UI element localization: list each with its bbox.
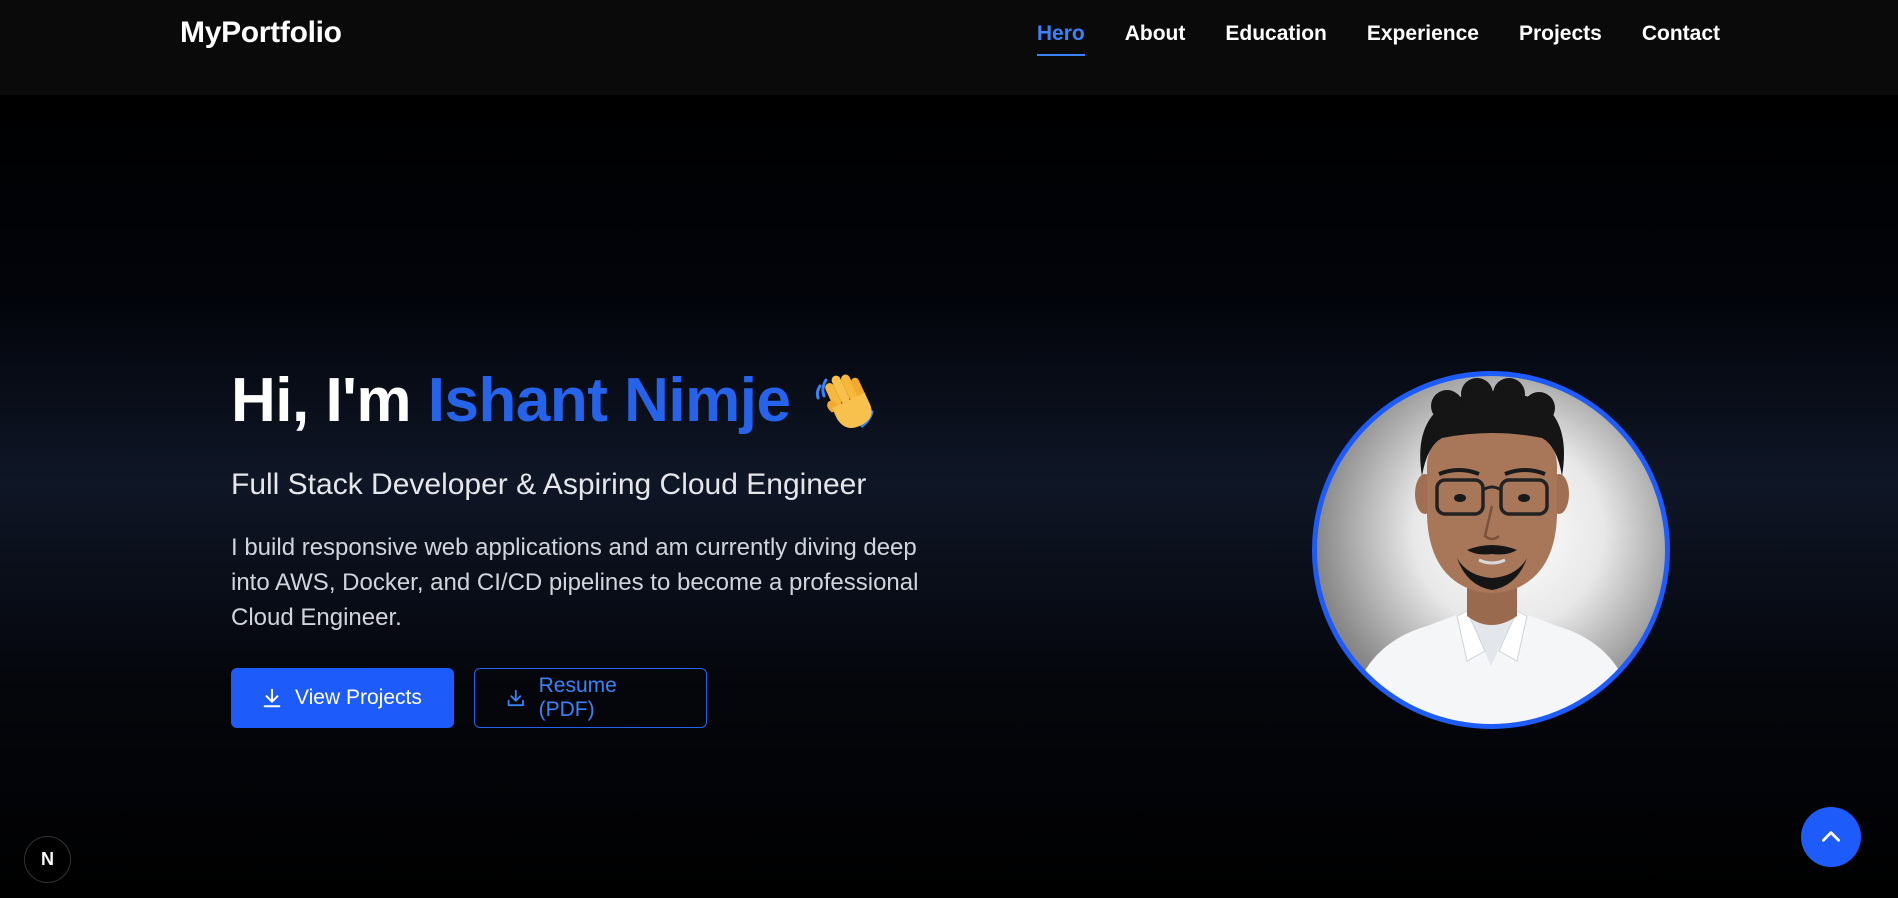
site-logo[interactable]: MyPortfolio	[180, 16, 342, 50]
greeting-prefix: Hi, I'm	[231, 366, 428, 435]
waving-hand-icon	[812, 366, 878, 432]
nav-link-hero[interactable]: Hero	[1036, 22, 1085, 56]
navbar: MyPortfolio Hero About Education Experie…	[0, 0, 1898, 95]
hero-text: Hi, I'm Ishant Nimje Full Stack Develope…	[231, 366, 991, 728]
download-icon	[263, 688, 281, 707]
view-projects-label: View Projects	[295, 685, 422, 709]
resume-pdf-button[interactable]: Resume (PDF)	[474, 667, 707, 728]
hero-subtitle: Full Stack Developer & Aspiring Cloud En…	[231, 467, 867, 501]
nav-links: Hero About Education Experience Projects…	[1036, 22, 1720, 56]
dev-badge-n[interactable]: N	[24, 836, 71, 883]
resume-pdf-label: Resume (PDF)	[538, 673, 617, 721]
hero-heading: Hi, I'm Ishant Nimje	[231, 366, 991, 438]
hero-description: I build responsive web applications and …	[231, 533, 919, 631]
chevron-up-icon	[1822, 831, 1840, 842]
dev-badge-label: N	[41, 849, 54, 869]
hero-name: Ishant Nimje	[427, 366, 791, 435]
nav-link-about[interactable]: About	[1125, 22, 1186, 56]
nav-link-projects[interactable]: Projects	[1519, 22, 1602, 56]
download-icon	[507, 689, 524, 706]
hero-buttons: View Projects Resume (PDF)	[231, 667, 991, 728]
scroll-to-top-button[interactable]	[1801, 807, 1861, 867]
profile-photo	[1312, 371, 1670, 729]
nav-link-education[interactable]: Education	[1225, 22, 1327, 56]
nav-link-experience[interactable]: Experience	[1367, 22, 1479, 56]
view-projects-button[interactable]: View Projects	[231, 667, 454, 728]
hero-section: Hi, I'm Ishant Nimje Full Stack Develope…	[0, 95, 1898, 898]
nav-link-contact[interactable]: Contact	[1642, 22, 1720, 56]
